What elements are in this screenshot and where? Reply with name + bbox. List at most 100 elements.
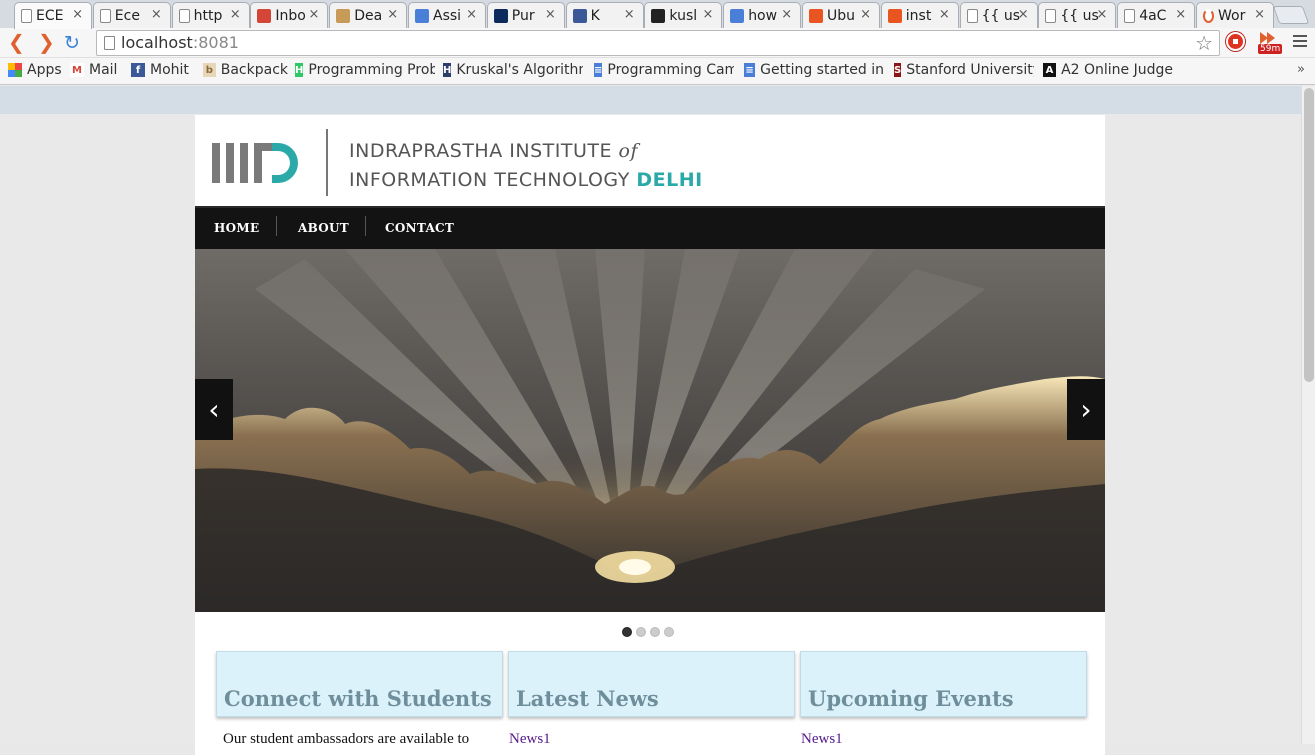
- bookmark-item[interactable]: S Stanford University: [894, 62, 1034, 78]
- nav-divider: [365, 216, 366, 236]
- browser-tab[interactable]: Ece ×: [92, 2, 171, 28]
- nav-about[interactable]: ABOUT: [298, 221, 349, 235]
- slider-dot[interactable]: [636, 627, 646, 637]
- slider-prev-button[interactable]: ‹: [195, 379, 233, 440]
- logo-line1: INDRAPRASTHA INSTITUTE: [349, 140, 619, 162]
- ubc-icon: [493, 8, 508, 23]
- institute-name: INDRAPRASTHA INSTITUTE of INFORMATION TE…: [349, 137, 703, 195]
- close-tab-icon[interactable]: ×: [308, 7, 319, 22]
- slider-next-button[interactable]: ›: [1067, 379, 1105, 440]
- close-tab-icon[interactable]: ×: [1175, 7, 1186, 22]
- news-link[interactable]: News1: [509, 731, 551, 748]
- bookmark-item[interactable]: M Mail: [70, 62, 117, 78]
- page-icon: [21, 9, 32, 23]
- slider-indicators: [622, 627, 674, 637]
- tab-title: Assi: [433, 7, 462, 24]
- close-tab-icon[interactable]: ×: [702, 7, 713, 22]
- page-icon: [178, 8, 190, 23]
- bookmarks-more-icon[interactable]: »: [1297, 62, 1305, 77]
- tab-title: Inbo: [275, 7, 306, 24]
- timer-extension-icon[interactable]: 59m: [1256, 30, 1283, 54]
- site-header: INDRAPRASTHA INSTITUTE of INFORMATION TE…: [195, 115, 1105, 205]
- url-host: localhost: [121, 33, 193, 52]
- browser-tab[interactable]: Ubu ×: [802, 2, 880, 28]
- slider-dot[interactable]: [664, 627, 674, 637]
- new-tab-button[interactable]: [1272, 6, 1310, 24]
- close-tab-icon[interactable]: ×: [545, 7, 556, 22]
- close-tab-icon[interactable]: ×: [72, 7, 83, 22]
- browser-tab[interactable]: kusl ×: [644, 2, 723, 28]
- close-tab-icon[interactable]: ×: [860, 7, 871, 22]
- close-tab-icon[interactable]: ×: [939, 7, 950, 22]
- hackerrank-icon: H: [295, 63, 304, 77]
- close-tab-icon[interactable]: ×: [624, 7, 635, 22]
- browser-tab[interactable]: Wor ×: [1196, 2, 1274, 28]
- bookmark-star-icon[interactable]: ☆: [1195, 31, 1213, 55]
- close-tab-icon[interactable]: ×: [1096, 7, 1107, 22]
- box-connect-students: Connect with Students: [216, 651, 503, 717]
- close-tab-icon[interactable]: ×: [387, 7, 398, 22]
- browser-tab[interactable]: {{ us ×: [1038, 2, 1117, 28]
- slider-dot[interactable]: [622, 627, 632, 637]
- tab-title: Pur: [511, 7, 535, 24]
- browser-tab[interactable]: how ×: [723, 2, 802, 28]
- browser-tab[interactable]: Assi ×: [408, 2, 486, 28]
- bookmark-item[interactable]: Apps: [8, 62, 62, 78]
- nav-contact[interactable]: CONTACT: [385, 221, 454, 235]
- close-tab-icon[interactable]: ×: [1254, 7, 1265, 22]
- bookmark-item[interactable]: H Kruskal's Algorithn: [443, 62, 583, 78]
- url-port: :8081: [192, 33, 239, 52]
- browser-tab[interactable]: K ×: [565, 2, 644, 28]
- browser-tab[interactable]: Pur ×: [486, 2, 565, 28]
- bookmark-label: Apps: [27, 62, 62, 78]
- browser-tab[interactable]: ECE ×: [14, 2, 92, 29]
- bookmark-item[interactable]: A A2 Online Judge: [1043, 62, 1173, 78]
- iiitd-logo-icon: [212, 143, 298, 183]
- tab-title: how: [748, 7, 778, 24]
- reload-icon[interactable]: ↻: [64, 32, 80, 54]
- site-container: INDRAPRASTHA INSTITUTE of INFORMATION TE…: [195, 115, 1105, 755]
- gmail-icon: [257, 8, 272, 23]
- scrollbar-thumb[interactable]: [1304, 88, 1314, 382]
- tab-title: K: [590, 7, 600, 24]
- browser-toolbar: ❮ ❯ ↻ localhost:8081 ☆ 59m: [0, 28, 1315, 58]
- browser-tab[interactable]: {{ us ×: [959, 2, 1038, 28]
- box-heading-connect: Connect with Students: [224, 686, 492, 711]
- browser-tab[interactable]: Inbo ×: [250, 2, 329, 28]
- bookmark-item[interactable]: H Programming Prob: [295, 62, 435, 78]
- bookmark-item[interactable]: ≡ Getting started in: [744, 62, 884, 78]
- bookmark-label: Mohit: [150, 62, 189, 78]
- bookmark-item[interactable]: ≡ Programming Cam: [594, 62, 734, 78]
- nav-home[interactable]: HOME: [214, 221, 259, 235]
- tab-title: Ubu: [827, 7, 856, 24]
- a2-icon: A: [1043, 63, 1057, 77]
- chrome-menu-icon[interactable]: [1293, 35, 1307, 50]
- close-tab-icon[interactable]: ×: [781, 7, 792, 22]
- bookmark-item[interactable]: b Backpack: [203, 62, 288, 78]
- tab-title: kusl: [669, 7, 698, 24]
- close-tab-icon[interactable]: ×: [230, 7, 241, 22]
- back-icon[interactable]: ❮: [8, 32, 25, 52]
- forward-icon[interactable]: ❯: [38, 32, 55, 52]
- browser-tab[interactable]: 4aC ×: [1117, 2, 1196, 28]
- browser-tab[interactable]: Dea ×: [329, 2, 408, 28]
- docs-icon: ≡: [594, 63, 603, 77]
- bookmark-item[interactable]: f Mohit: [131, 62, 189, 78]
- slider-dot[interactable]: [650, 627, 660, 637]
- apps-grid-icon: [8, 63, 22, 77]
- box-upcoming-events: Upcoming Events: [800, 651, 1087, 717]
- browser-tab[interactable]: http ×: [171, 2, 250, 28]
- adblock-extension-icon[interactable]: [1226, 32, 1245, 51]
- close-tab-icon[interactable]: ×: [466, 7, 477, 22]
- page-scrollbar[interactable]: [1301, 86, 1315, 744]
- facebook-icon: f: [131, 63, 145, 77]
- address-bar[interactable]: localhost:8081 ☆: [96, 30, 1220, 56]
- close-tab-icon[interactable]: ×: [1018, 7, 1029, 22]
- extension-badge: 59m: [1258, 44, 1283, 54]
- gmail-icon: M: [70, 63, 84, 77]
- browser-tab[interactable]: inst ×: [880, 2, 959, 28]
- google-icon: [730, 8, 745, 23]
- events-link[interactable]: News1: [801, 731, 843, 748]
- bookmark-label: Programming Prob: [308, 62, 435, 78]
- close-tab-icon[interactable]: ×: [151, 7, 162, 22]
